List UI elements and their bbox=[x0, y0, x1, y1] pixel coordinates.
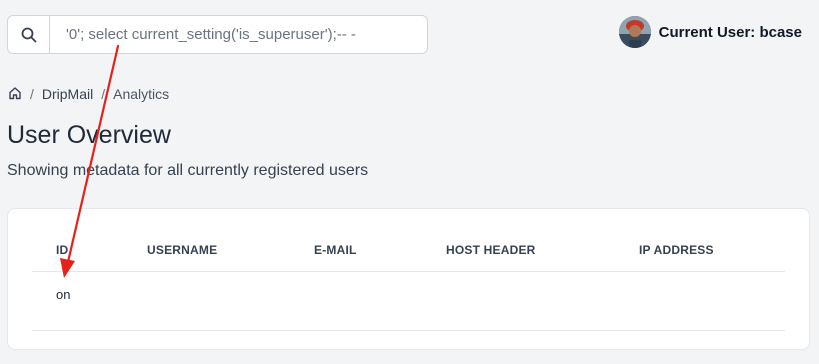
avatar[interactable] bbox=[618, 16, 651, 48]
search-icon bbox=[21, 27, 36, 42]
search-input[interactable] bbox=[50, 16, 427, 53]
column-header-username: USERNAME bbox=[147, 243, 218, 257]
breadcrumb-dripmail[interactable]: DripMail bbox=[42, 86, 93, 102]
search-button[interactable] bbox=[8, 16, 50, 53]
table-header: ID USERNAME E-MAIL HOST HEADER IP ADDRES… bbox=[32, 229, 785, 272]
column-header-ip-address: IP ADDRESS bbox=[639, 243, 714, 257]
breadcrumb-separator: / bbox=[101, 86, 106, 102]
column-header-host-header: HOST HEADER bbox=[446, 243, 536, 257]
search-bar bbox=[7, 15, 428, 54]
users-table-card: ID USERNAME E-MAIL HOST HEADER IP ADDRES… bbox=[7, 208, 810, 350]
breadcrumb-analytics: Analytics bbox=[113, 86, 170, 102]
current-user[interactable]: Current User: bcase bbox=[618, 16, 802, 48]
column-header-id: ID bbox=[56, 243, 69, 257]
page-title: User Overview bbox=[7, 121, 171, 149]
page-subtitle: Showing metadata for all currently regis… bbox=[7, 162, 369, 179]
column-header-email: E-MAIL bbox=[314, 243, 357, 257]
avatar-image bbox=[618, 16, 651, 48]
breadcrumb: / DripMail / Analytics bbox=[8, 84, 169, 104]
current-user-label: Current User: bcase bbox=[658, 23, 802, 41]
home-icon[interactable] bbox=[8, 86, 22, 103]
page: Current User: bcase / DripMail / Analyti… bbox=[0, 0, 819, 364]
breadcrumb-separator: / bbox=[30, 86, 34, 102]
table-row: on bbox=[32, 273, 785, 331]
cell-id: on bbox=[56, 287, 71, 302]
